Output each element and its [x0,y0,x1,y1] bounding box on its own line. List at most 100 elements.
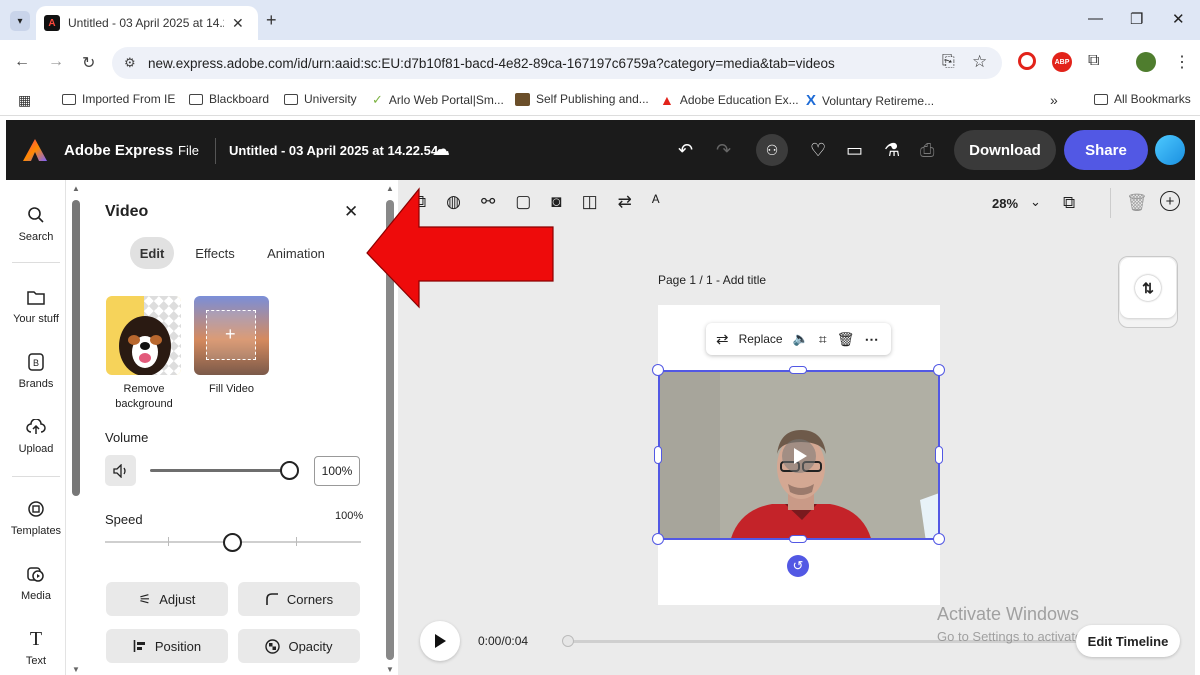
timeline-playhead[interactable] [562,635,574,647]
opacity-button[interactable]: Opacity [238,629,360,663]
back-icon[interactable]: ← [14,53,30,71]
invite-icon[interactable]: ⚇ [756,134,788,166]
url-bar[interactable]: new.express.adobe.com/id/urn:aaid:sc:EU:… [112,47,1002,79]
folder-icon [1094,93,1108,105]
rail-item-brands[interactable]: B Brands [6,350,66,390]
all-bookmarks[interactable]: All Bookmarks [1094,92,1191,106]
speed-slider-thumb[interactable] [223,533,242,552]
comment-icon[interactable]: ▭ [846,140,863,161]
translate-icon[interactable]: ᴬ [652,192,660,212]
play-button[interactable] [420,621,460,661]
crop-icon[interactable]: ⌗ [819,331,827,348]
print-icon[interactable]: ⎙ [920,140,934,161]
resize-handle-top-left[interactable] [652,364,664,376]
bookmarks-overflow[interactable]: » [1050,92,1058,108]
minimize-icon[interactable]: — [1088,10,1103,27]
zoom-level[interactable]: 28% [992,196,1018,211]
publishing-icon [515,92,530,106]
extensions-icon[interactable]: ⧉ [1088,52,1099,70]
zoom-chevron-down-icon[interactable]: ⌄ [1030,194,1041,210]
reload-icon[interactable]: ↻ [82,53,95,73]
tab-edit[interactable]: Edit [130,237,174,269]
mute-button[interactable] [105,455,136,486]
position-button[interactable]: Position [106,629,228,663]
tab-close-icon[interactable]: ✕ [232,15,244,32]
bookmark-item[interactable]: ✓ Arlo Web Portal|Sm... [372,92,504,108]
site-info-icon[interactable]: ⚙ [124,55,136,71]
volume-icon[interactable]: 🔈 [793,331,809,347]
undo-icon[interactable]: ↶ [678,140,693,161]
bookmark-star-icon[interactable]: ☆ [972,52,987,72]
forward-icon[interactable]: → [48,53,64,71]
lightbulb-icon[interactable]: ♡ [810,140,826,161]
restore-icon[interactable]: ❐ [1130,10,1143,28]
share-button[interactable]: Share [1064,130,1148,170]
document-title[interactable]: Untitled - 03 April 2025 at 14.22.54 [229,143,438,158]
volume-slider-track[interactable] [150,469,290,472]
window-close-icon[interactable]: ✕ [1172,10,1185,28]
download-button[interactable]: Download [954,130,1056,170]
page-label[interactable]: Page 1 / 1 - Add title [658,273,766,287]
more-icon[interactable]: ⋯ [864,331,878,348]
beaker-icon[interactable]: ⚗ [884,140,900,161]
rail-item-upload[interactable]: Upload [6,415,66,455]
resize-handle-bottom-left[interactable] [652,533,664,545]
apps-grid-icon[interactable]: ▦ [18,92,31,109]
reorder-button[interactable]: ⇅ [1120,258,1176,318]
video-clip[interactable] [658,370,940,540]
scroll-down-arrow-icon[interactable]: ▼ [386,665,394,674]
volume-slider-thumb[interactable] [280,461,299,480]
replace-icon[interactable]: ⇄ [618,192,632,212]
resize-handle-left[interactable] [654,446,662,464]
rail-item-your-stuff[interactable]: Your stuff [6,285,66,325]
layers-icon[interactable]: ◫ [582,192,598,212]
scroll-up-arrow-icon[interactable]: ▲ [72,184,80,193]
delete-icon[interactable]: 🗑 [837,331,855,348]
bookmark-item[interactable]: Imported From IE [62,92,175,106]
cast-icon[interactable]: ⎘ [942,53,955,71]
edit-timeline-button[interactable]: Edit Timeline [1076,625,1180,657]
adjust-button[interactable]: ⚟ Adjust [106,582,228,616]
redo-icon[interactable]: ↷ [716,140,731,161]
tab-list-button[interactable]: ▾ [10,11,30,31]
new-tab-button[interactable]: + [266,10,277,31]
pages-icon[interactable]: ⧉ [1063,193,1075,213]
rotate-icon[interactable]: ↺ [787,555,809,577]
panel-title: Video [105,203,149,220]
bookmark-item[interactable]: X Voluntary Retireme... [806,92,934,109]
opera-extension-icon[interactable] [1018,52,1036,70]
tab-animation[interactable]: Animation [258,237,334,269]
panel-scrollbar[interactable] [72,200,80,496]
resize-handle-top-right[interactable] [933,364,945,376]
rail-item-search[interactable]: Search [6,203,66,243]
trash-icon[interactable]: 🗑 [1126,193,1148,213]
adblock-extension-icon[interactable]: ABP [1052,52,1072,72]
adobe-express-logo-icon[interactable] [22,138,48,162]
file-menu[interactable]: File [178,143,199,158]
browser-menu-icon[interactable]: ⋮ [1174,52,1190,72]
bookmark-item[interactable]: Blackboard [189,92,269,106]
remove-background-card[interactable] [106,296,181,375]
corners-button[interactable]: Corners [238,582,360,616]
resize-handle-bottom[interactable] [789,535,807,543]
replace-button[interactable]: Replace [739,332,783,346]
resize-handle-right[interactable] [935,446,943,464]
scroll-down-arrow-icon[interactable]: ▼ [72,665,80,674]
user-avatar[interactable] [1155,135,1185,165]
add-page-icon[interactable]: + [1160,191,1180,211]
resize-handle-bottom-right[interactable] [933,533,945,545]
volume-value-field[interactable]: 100% [314,456,360,486]
rail-item-templates[interactable]: Templates [6,497,66,537]
rail-item-text[interactable]: T Text [6,627,66,668]
bookmark-item[interactable]: ▲ Adobe Education Ex... [660,92,799,108]
bookmark-item[interactable]: University [284,92,357,106]
profile-avatar[interactable] [1136,52,1156,72]
tab-effects[interactable]: Effects [186,237,244,269]
fill-video-card[interactable]: + [194,296,269,375]
browser-tab[interactable]: A Untitled - 03 April 2025 at 14.22.54 ✕ [36,6,258,40]
resize-handle-top[interactable] [789,366,807,374]
panel-close-icon[interactable]: ✕ [344,202,358,222]
rail-item-media[interactable]: Media [6,562,66,602]
reorder-icon: ⇅ [1135,275,1161,301]
bookmark-item[interactable]: Self Publishing and... [515,92,649,106]
